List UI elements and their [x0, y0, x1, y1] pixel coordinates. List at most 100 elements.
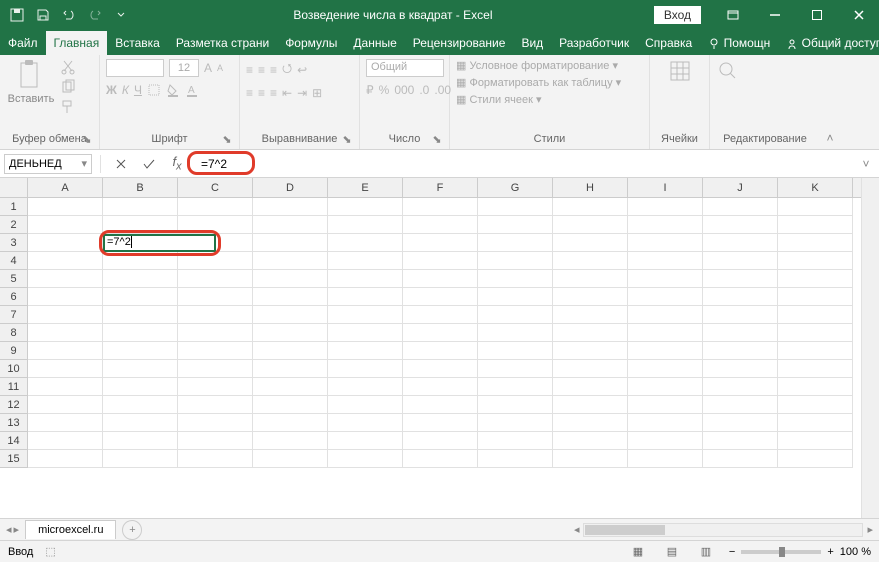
cell[interactable]: [553, 450, 628, 468]
cell[interactable]: [328, 324, 403, 342]
cell[interactable]: [253, 396, 328, 414]
cell[interactable]: [703, 342, 778, 360]
cell[interactable]: [28, 306, 103, 324]
tab-file[interactable]: Файл: [0, 31, 46, 55]
row-14[interactable]: 14: [0, 432, 27, 450]
tab-formulas[interactable]: Формулы: [277, 31, 345, 55]
cell[interactable]: [28, 234, 103, 252]
tab-help[interactable]: Справка: [637, 31, 700, 55]
fill-color-icon[interactable]: [166, 83, 180, 97]
cell-B3-editing[interactable]: =7^2: [103, 234, 216, 252]
cell[interactable]: [703, 270, 778, 288]
tab-review[interactable]: Рецензирование: [405, 31, 514, 55]
cell[interactable]: [103, 270, 178, 288]
cell[interactable]: [478, 234, 553, 252]
tab-insert[interactable]: Вставка: [107, 31, 168, 55]
cell[interactable]: [28, 396, 103, 414]
font-launcher-icon[interactable]: ⬊: [221, 133, 233, 145]
row-1[interactable]: 1: [0, 198, 27, 216]
page-layout-view-icon[interactable]: ▤: [661, 544, 683, 560]
font-size-dropdown[interactable]: 12: [169, 59, 199, 77]
align-center-icon[interactable]: ≡: [258, 86, 265, 100]
conditional-formatting-button[interactable]: ▦ Условное форматирование ▾: [456, 59, 618, 72]
cell[interactable]: [628, 216, 703, 234]
cell[interactable]: [553, 432, 628, 450]
cell[interactable]: [703, 198, 778, 216]
col-F[interactable]: F: [403, 178, 478, 197]
cut-icon[interactable]: [60, 59, 76, 75]
wrap-text-icon[interactable]: ↩: [297, 63, 307, 77]
cell[interactable]: [628, 234, 703, 252]
row-4[interactable]: 4: [0, 252, 27, 270]
cell[interactable]: [553, 414, 628, 432]
cell[interactable]: [178, 450, 253, 468]
col-H[interactable]: H: [553, 178, 628, 197]
undo-icon[interactable]: [58, 4, 80, 26]
cell[interactable]: [178, 198, 253, 216]
alignment-launcher-icon[interactable]: ⬊: [341, 133, 353, 145]
cell[interactable]: [328, 360, 403, 378]
expand-formula-bar-icon[interactable]: ˅: [857, 157, 875, 171]
cell[interactable]: [103, 414, 178, 432]
cell[interactable]: [628, 288, 703, 306]
cell[interactable]: [703, 378, 778, 396]
cell[interactable]: [178, 306, 253, 324]
row-10[interactable]: 10: [0, 360, 27, 378]
cell[interactable]: [103, 198, 178, 216]
row-7[interactable]: 7: [0, 306, 27, 324]
cell[interactable]: [253, 450, 328, 468]
cell[interactable]: [178, 360, 253, 378]
percent-icon[interactable]: %: [379, 83, 390, 97]
row-8[interactable]: 8: [0, 324, 27, 342]
cell[interactable]: [328, 198, 403, 216]
tab-view[interactable]: Вид: [513, 31, 551, 55]
zoom-control[interactable]: − + 100 %: [729, 546, 871, 558]
cell[interactable]: [703, 360, 778, 378]
cell[interactable]: [28, 414, 103, 432]
cell[interactable]: [328, 432, 403, 450]
cell[interactable]: [103, 360, 178, 378]
cell[interactable]: [403, 450, 478, 468]
cell[interactable]: [553, 234, 628, 252]
cell[interactable]: [478, 450, 553, 468]
cell[interactable]: [553, 216, 628, 234]
cell[interactable]: [328, 252, 403, 270]
cell[interactable]: [553, 288, 628, 306]
align-right-icon[interactable]: ≡: [270, 86, 277, 100]
cell[interactable]: [703, 234, 778, 252]
page-break-view-icon[interactable]: ▥: [695, 544, 717, 560]
cell[interactable]: [778, 396, 853, 414]
col-G[interactable]: G: [478, 178, 553, 197]
decrease-indent-icon[interactable]: ⇤: [282, 86, 292, 100]
cell[interactable]: [28, 252, 103, 270]
cell[interactable]: [328, 288, 403, 306]
zoom-in-icon[interactable]: +: [827, 546, 833, 558]
cell[interactable]: [328, 414, 403, 432]
bold-button[interactable]: Ж: [106, 83, 117, 97]
col-J[interactable]: J: [703, 178, 778, 197]
cell[interactable]: [478, 216, 553, 234]
tab-share[interactable]: Общий доступ: [778, 31, 879, 55]
autosave-icon[interactable]: [6, 4, 28, 26]
font-color-icon[interactable]: A: [185, 83, 199, 97]
cell[interactable]: [28, 378, 103, 396]
cell[interactable]: [253, 432, 328, 450]
cell[interactable]: [253, 216, 328, 234]
select-all-corner[interactable]: [0, 178, 28, 198]
cell[interactable]: [478, 396, 553, 414]
cell[interactable]: [778, 360, 853, 378]
col-C[interactable]: C: [178, 178, 253, 197]
cell[interactable]: [103, 396, 178, 414]
cell[interactable]: [178, 288, 253, 306]
sheet-tab-active[interactable]: microexcel.ru: [25, 520, 116, 539]
col-A[interactable]: A: [28, 178, 103, 197]
cell[interactable]: [478, 324, 553, 342]
cell[interactable]: [553, 342, 628, 360]
cell[interactable]: [103, 432, 178, 450]
cell[interactable]: [403, 270, 478, 288]
cell[interactable]: [778, 450, 853, 468]
tab-tellme[interactable]: Помощн: [700, 31, 778, 55]
ribbon-options-icon[interactable]: [713, 0, 753, 30]
cell[interactable]: [703, 414, 778, 432]
cell[interactable]: [403, 216, 478, 234]
